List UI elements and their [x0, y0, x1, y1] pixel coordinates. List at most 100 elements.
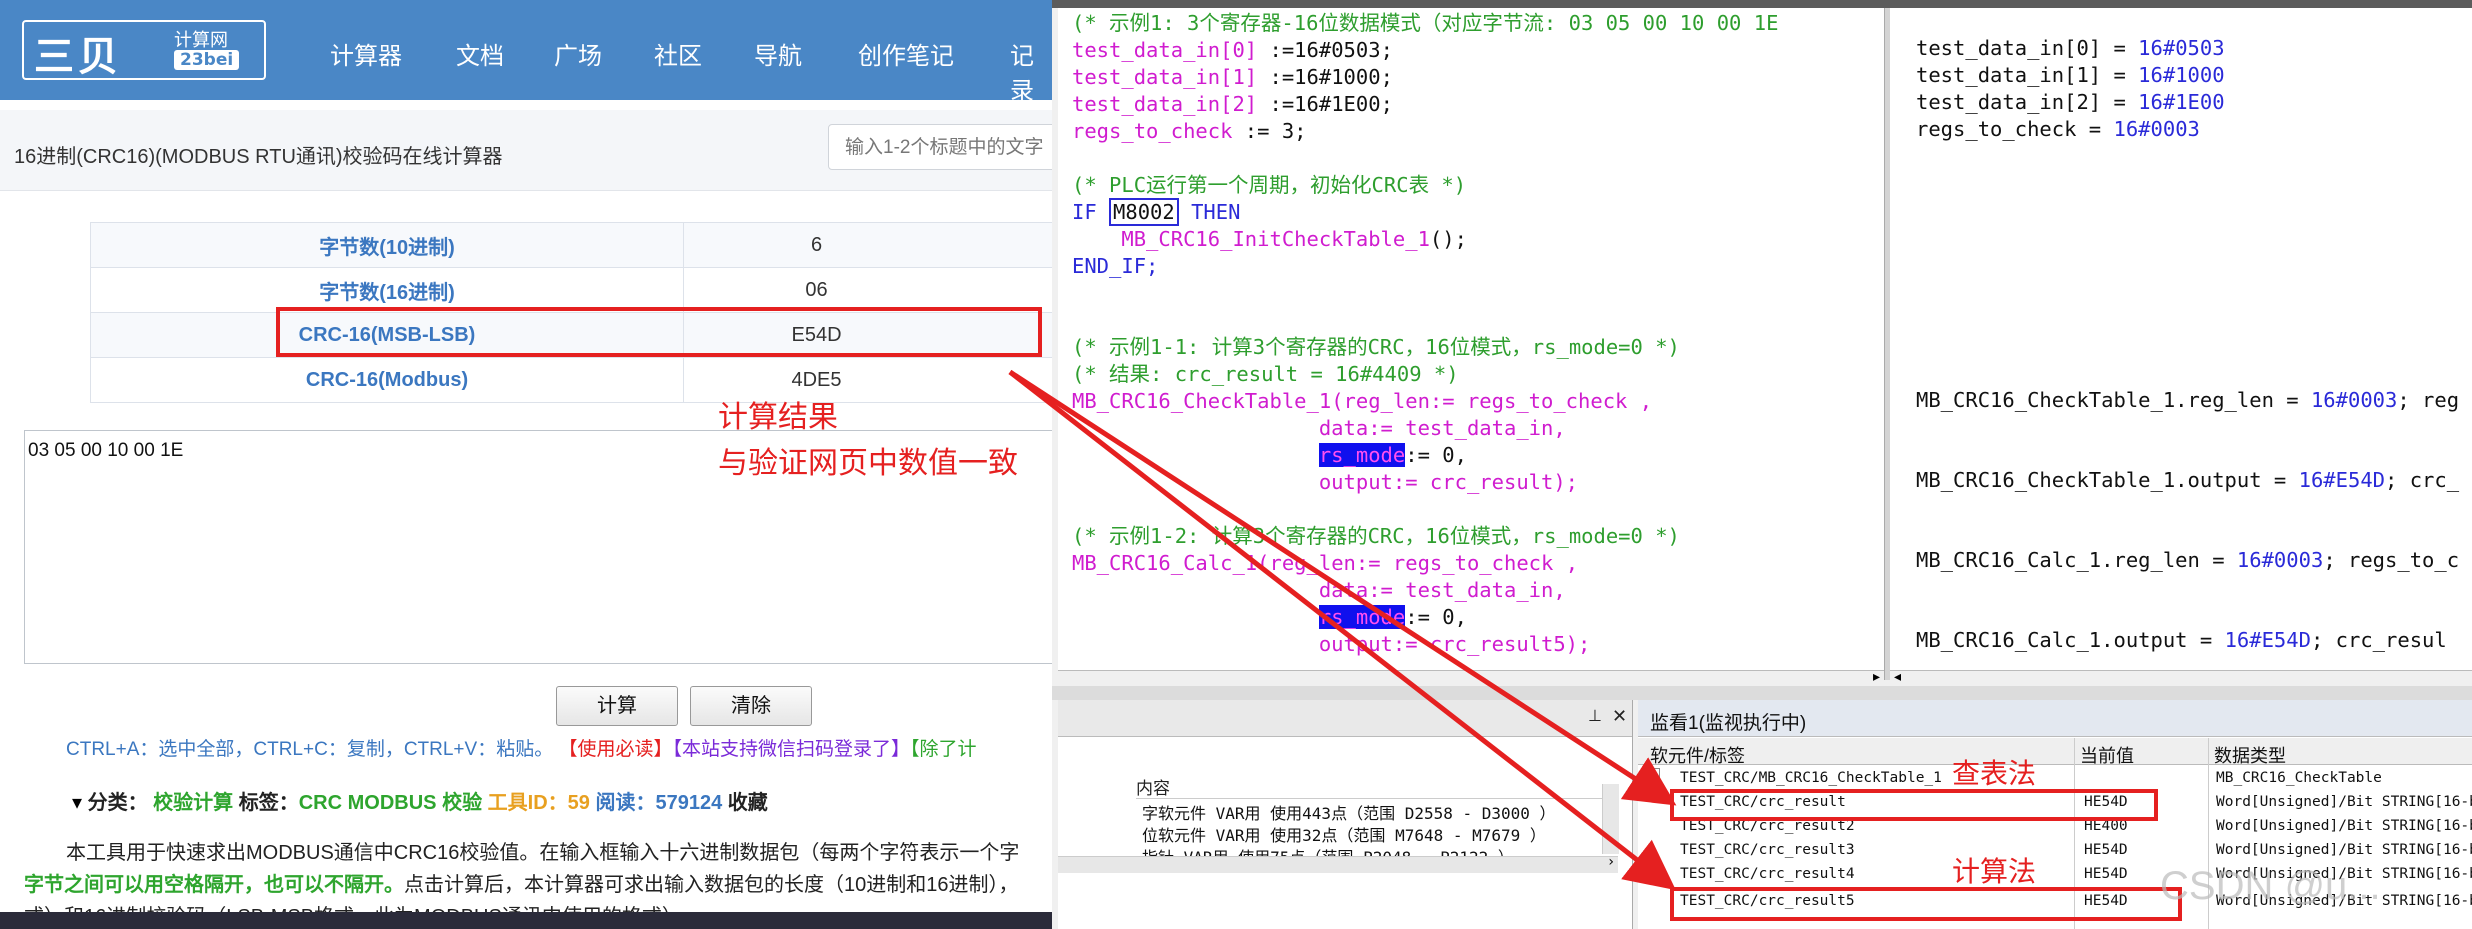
- category-label: 分类：: [87, 792, 148, 814]
- panel-divider: [1052, 686, 2472, 700]
- annotation-result: 计算结果: [718, 401, 838, 434]
- nav-navigation[interactable]: 导航: [754, 36, 802, 71]
- highlight-box-msb-lsb: [276, 307, 1042, 357]
- watch-title: 监看1(监视执行中): [1650, 713, 1807, 734]
- calculate-button[interactable]: 计算: [556, 686, 678, 726]
- result-value: 6: [683, 222, 1052, 268]
- nav-records[interactable]: 记录: [1010, 36, 1052, 106]
- vertical-scrollbar[interactable]: [1602, 784, 1619, 854]
- nav-square[interactable]: 广场: [554, 36, 602, 71]
- pin-icon[interactable]: ⊥: [1588, 706, 1602, 725]
- code-line: test_data_in[2] :=16#1E00;: [1072, 92, 1393, 116]
- tag-value[interactable]: CRC MODBUS 校验: [299, 792, 482, 814]
- result-value: 06: [683, 267, 1052, 313]
- tag-label: 标签：: [238, 792, 299, 814]
- code-line: output:= crc_result);: [1072, 470, 1579, 494]
- code-editor[interactable]: (* 示例1: 3个寄存器-16位数据模式（对应字节流: 03 05 00 10…: [1058, 8, 1884, 670]
- monitor-values-pane: test_data_in[0] = 16#0503 test_data_in[1…: [1890, 8, 2472, 670]
- ide-top-strip: [1052, 0, 2472, 8]
- hex-input-value: 03 05 00 10 00 1E: [28, 440, 184, 461]
- device-panel-header: [1058, 700, 1632, 737]
- code-line: test_data_in[0] :=16#0503;: [1072, 38, 1393, 62]
- tool-id-label: 工具ID：: [487, 792, 568, 814]
- m8002-box: M8002: [1109, 198, 1179, 226]
- watch-row-type: MB_CRC16_CheckTable: [2216, 770, 2382, 786]
- code-line: regs_to_check := 3;: [1072, 119, 1307, 143]
- watch-row-type: Word[Unsigned]/Bit STRING[16-b: [2216, 794, 2472, 810]
- reads-count: 579124: [655, 792, 723, 814]
- watch-row-type: Word[Unsigned]/Bit STRING[16-b: [2216, 842, 2472, 858]
- web-page: 三贝 计算网 23bei 计算器 文档 广场 社区 导航 创作笔记 记录 16进…: [0, 0, 1052, 929]
- divider: [1136, 798, 1602, 799]
- list-item: 位软元件 VAR用 使用32点（范围 M7648 - M7679 ）: [1142, 826, 1546, 845]
- monitor-value: test_data_in[1] = 16#1000: [1916, 63, 2225, 87]
- highlight-box-crc-result: [1670, 789, 2158, 821]
- search-input[interactable]: 输入1-2个标题中的文字: [828, 124, 1052, 170]
- collect-link[interactable]: 收藏: [728, 792, 768, 814]
- code-line: data:= test_data_in,: [1072, 416, 1566, 440]
- code-line: test_data_in[1] :=16#1000;: [1072, 65, 1393, 89]
- shortcut-hint: CTRL+A：选中全部，CTRL+C：复制，CTRL+V：粘贴。 【使用必读】【…: [66, 734, 977, 761]
- list-item: 指针 VAR用 使用75点（范围 P2048 - P2122 ）: [1142, 844, 1514, 856]
- category-value[interactable]: 校验计算: [153, 792, 233, 814]
- description-highlight: 字节之间可以用空格隔开，也可以不隔开。: [24, 874, 404, 896]
- wechat-link[interactable]: 【本站支持微信扫码登录了】: [673, 739, 911, 760]
- code-line: rs_mode:= 0,: [1318, 443, 1467, 467]
- notice-link[interactable]: 【使用必读】: [558, 739, 672, 760]
- code-line: MB_CRC16_InitCheckTable_1();: [1072, 227, 1467, 251]
- watch-header-row: [1638, 738, 2472, 765]
- description-line: 本工具用于快速求出MODBUS通信中CRC16校验值。在输入框输入十六进制数据包…: [66, 842, 1020, 864]
- nav-community[interactable]: 社区: [654, 36, 702, 71]
- watch-row-value: HE54D: [2084, 866, 2128, 882]
- table-row: 字节数(10进制) 6: [90, 222, 1052, 268]
- code-line: (* 示例1: 3个寄存器-16位数据模式（对应字节流: 03 05 00 10…: [1072, 11, 1779, 35]
- horizontal-scrollbar[interactable]: ›: [1058, 854, 1618, 873]
- collapse-triangle-icon[interactable]: ▾: [72, 792, 82, 814]
- watch-row-label: TEST_CRC/crc_result4: [1680, 866, 1855, 882]
- monitor-value: regs_to_check = 16#0003: [1916, 117, 2200, 141]
- horizontal-scrollbar[interactable]: ◂: [1890, 669, 2472, 687]
- watch-col-value[interactable]: 当前值: [2080, 742, 2134, 768]
- clear-button[interactable]: 清除: [690, 686, 812, 726]
- watermark: CSDN @u...: [2160, 864, 2381, 908]
- code-line: MB_CRC16_Calc_1(reg_len:= regs_to_check …: [1072, 551, 1579, 575]
- code-line: MB_CRC16_CheckTable_1(reg_len:= regs_to_…: [1072, 389, 1653, 413]
- expand-plus-icon[interactable]: +: [1646, 768, 1660, 782]
- watch-row-type: Word[Unsigned]/Bit STRING[16-b: [2216, 818, 2472, 834]
- watch-row-value: HE54D: [2084, 842, 2128, 858]
- annotation-calc-method: 计算法: [1952, 856, 2037, 887]
- close-icon[interactable]: ✕: [1612, 706, 1627, 727]
- monitor-value: MB_CRC16_CheckTable_1.output = 16#E54D; …: [1916, 468, 2460, 492]
- table-row: CRC-16(Modbus) 4DE5: [90, 357, 1052, 403]
- nav-calculator[interactable]: 计算器: [330, 36, 402, 71]
- code-line: IF M8002 THEN: [1072, 198, 1241, 226]
- code-line: (* 示例1-2: 计算3个寄存器的CRC，16位模式，rs_mode=0 *): [1072, 524, 1680, 548]
- scroll-right-icon[interactable]: ▸: [1873, 669, 1880, 685]
- scroll-right-icon[interactable]: ›: [1608, 854, 1614, 870]
- code-line: END_IF;: [1072, 254, 1159, 278]
- watch-col-type[interactable]: 数据类型: [2214, 742, 2286, 768]
- nav-notes[interactable]: 创作笔记: [858, 36, 954, 71]
- site-logo[interactable]: 三贝 计算网 23bei: [22, 20, 266, 80]
- logo-text: 三贝: [34, 33, 122, 80]
- watch-row-label: TEST_CRC/crc_result3: [1680, 842, 1855, 858]
- taskbar: [0, 912, 1052, 929]
- watch-row-label: TEST_CRC/MB_CRC16_CheckTable_1: [1680, 770, 1942, 786]
- logo-domain: 23bei: [174, 50, 240, 70]
- device-column-header: 内容: [1136, 779, 1170, 798]
- watch-col-label[interactable]: 软元件/标签: [1650, 742, 1745, 768]
- horizontal-scrollbar[interactable]: ▸: [1058, 669, 1884, 687]
- code-line: data:= test_data_in,: [1072, 578, 1566, 602]
- annotation-consistent: 与验证网页中数值一致: [718, 447, 1018, 480]
- description-line: 字节之间可以用空格隔开，也可以不隔开。点击计算后，本计算器可求出输入数据包的长度…: [24, 868, 1019, 897]
- nav-docs[interactable]: 文档: [456, 36, 504, 71]
- table-row: 字节数(16进制) 06: [90, 267, 1052, 313]
- logo-subtitle: 计算网: [174, 30, 228, 51]
- extra-link[interactable]: 【除了计: [910, 739, 977, 760]
- category-line: ▾ 分类： 校验计算 标签：CRC MODBUS 校验 工具ID：59 阅读：5…: [72, 786, 768, 815]
- monitor-value: test_data_in[0] = 16#0503: [1916, 36, 2225, 60]
- reads-label: 阅读：: [595, 792, 656, 814]
- monitor-value: MB_CRC16_Calc_1.output = 16#E54D; crc_re…: [1916, 628, 2447, 652]
- tool-id: 59: [567, 792, 590, 814]
- scroll-left-icon[interactable]: ◂: [1894, 669, 1901, 685]
